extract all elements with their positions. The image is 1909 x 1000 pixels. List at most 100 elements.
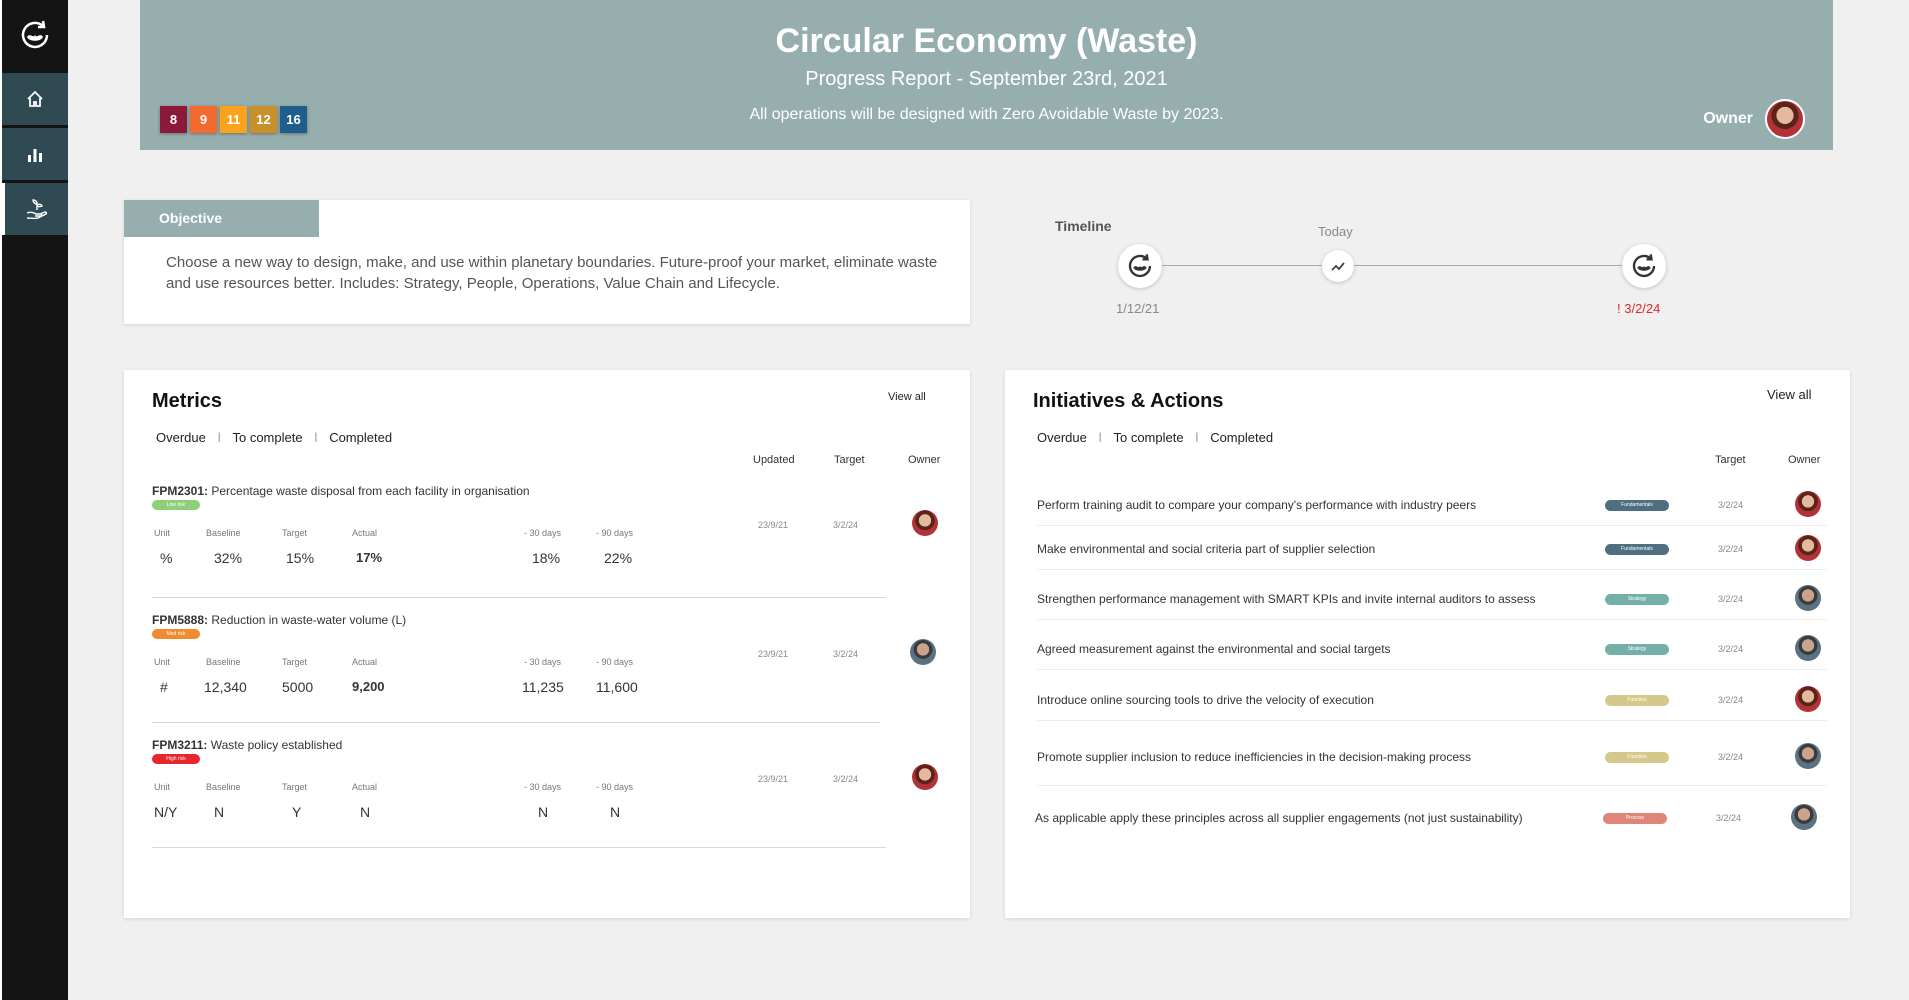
sdg-badge[interactable]: 9 [190, 106, 217, 133]
owner-section: Owner [1703, 99, 1805, 139]
owner-avatar[interactable] [1795, 635, 1821, 661]
metric-row[interactable]: FPM5888: Reduction in waste-water volume… [152, 613, 936, 721]
objective-text: Choose a new way to design, make, and us… [166, 254, 938, 292]
column-header-target: Target [1715, 454, 1746, 466]
d30-label: - 30 days [524, 782, 562, 792]
owner-avatar[interactable] [1795, 686, 1821, 712]
actual-value: 9,200 [352, 679, 385, 694]
d90-value: 11,600 [596, 679, 638, 695]
target-date: 3/2/24 [1718, 544, 1744, 554]
d30-value: 11,235 [522, 679, 564, 695]
owner-avatar[interactable] [1765, 99, 1805, 139]
target-date: 3/2/24 [1718, 695, 1744, 705]
row-divider [152, 722, 880, 723]
initiative-text: Promote supplier inclusion to reduce ine… [1037, 750, 1472, 764]
initiative-row[interactable]: Make environmental and social criteria p… [1037, 528, 1827, 570]
category-tag: Fundamentals [1605, 500, 1669, 511]
initiative-text: Agreed measurement against the environme… [1037, 642, 1391, 656]
initiatives-tabs: Overdue | To complete | Completed [1037, 430, 1274, 445]
baseline-value: N [214, 804, 225, 820]
tab-to-complete[interactable]: To complete [232, 430, 302, 445]
timeline-today-node[interactable] [1322, 250, 1354, 282]
owner-avatar[interactable] [1795, 491, 1821, 517]
baseline-value: 32% [214, 550, 243, 566]
updated-date: 23/9/21 [758, 774, 789, 784]
owner-avatar[interactable] [1795, 743, 1821, 769]
timeline-line [1140, 265, 1646, 266]
initiative-text: Strengthen performance management with S… [1037, 592, 1536, 606]
owner-avatar[interactable] [912, 510, 938, 536]
sdg-badge[interactable]: 8 [160, 106, 187, 133]
logo-icon [21, 20, 49, 49]
row-divider [152, 847, 886, 848]
metrics-view-all-link[interactable]: View all [888, 391, 926, 403]
sidebar [0, 0, 68, 1000]
initiative-row[interactable]: Promote supplier inclusion to reduce ine… [1037, 736, 1827, 786]
unit-value: % [160, 550, 173, 566]
initiatives-view-all-link[interactable]: View all [1767, 387, 1812, 402]
owner-avatar[interactable] [1791, 804, 1817, 830]
owner-avatar[interactable] [912, 764, 938, 790]
sidebar-item-sustainability[interactable] [2, 183, 68, 235]
tab-completed[interactable]: Completed [329, 430, 392, 445]
initiative-text: Introduce online sourcing tools to drive… [1037, 693, 1374, 707]
metric-row[interactable]: FPM2301: Percentage waste disposal from … [152, 484, 938, 592]
timeline-start-node[interactable] [1118, 244, 1162, 288]
owner-avatar[interactable] [1795, 585, 1821, 611]
trend-icon [1331, 262, 1345, 271]
initiatives-title: Initiatives & Actions [1033, 390, 1224, 412]
metric-name: FPM2301: Percentage waste disposal from … [152, 484, 530, 498]
sidebar-item-analytics[interactable] [2, 128, 68, 180]
d90-label: - 90 days [596, 528, 634, 538]
sidebar-item-home[interactable] [2, 73, 68, 125]
column-header-target: Target [834, 454, 865, 466]
category-tag: Fundamentals [1605, 544, 1669, 555]
target-date: 3/2/24 [833, 774, 859, 784]
column-header-owner: Owner [908, 454, 941, 466]
timeline-end-node[interactable] [1622, 244, 1666, 288]
objective-card: Objective Choose a new way to design, ma… [124, 200, 970, 324]
owner-avatar[interactable] [1795, 535, 1821, 561]
unit-value: # [160, 679, 168, 695]
tab-completed[interactable]: Completed [1210, 430, 1273, 445]
d30-label: - 30 days [524, 657, 562, 667]
initiative-row[interactable]: As applicable apply these principles acr… [1035, 797, 1827, 839]
metrics-title: Metrics [152, 390, 223, 412]
sdg-badge[interactable]: 16 [280, 106, 307, 133]
risk-badge: Med risk [152, 629, 200, 639]
actual-value: 17% [356, 550, 383, 565]
initiative-row[interactable]: Perform training audit to compare your c… [1037, 484, 1827, 526]
actual-label: Actual [352, 528, 378, 538]
target-date: 3/2/24 [1718, 644, 1744, 654]
category-tag: Strategy [1605, 644, 1669, 655]
updated-date: 23/9/21 [758, 520, 789, 530]
unit-value: N/Y [154, 804, 178, 820]
actual-label: Actual [352, 657, 378, 667]
target-label: Target [282, 782, 308, 792]
metric-name: FPM5888: Reduction in waste-water volume… [152, 613, 407, 627]
initiative-text: Make environmental and social criteria p… [1037, 542, 1376, 556]
tab-overdue[interactable]: Overdue [1037, 430, 1087, 445]
sdg-badge[interactable]: 11 [220, 106, 247, 133]
target-value: Y [292, 804, 302, 820]
unit-label: Unit [154, 782, 171, 792]
actual-value: N [360, 804, 371, 820]
category-tag: Function [1605, 752, 1669, 763]
tab-overdue[interactable]: Overdue [156, 430, 206, 445]
initiative-row[interactable]: Introduce online sourcing tools to drive… [1037, 679, 1827, 721]
d90-value: 22% [604, 550, 633, 566]
initiative-row[interactable]: Agreed measurement against the environme… [1037, 628, 1827, 670]
sdg-badge[interactable]: 12 [250, 106, 277, 133]
baseline-label: Baseline [206, 657, 241, 667]
target-label: Target [282, 657, 308, 667]
target-value: 15% [286, 550, 315, 566]
app-logo[interactable] [2, 0, 68, 70]
tab-to-complete[interactable]: To complete [1113, 430, 1183, 445]
owner-avatar[interactable] [910, 639, 936, 665]
category-tag: Function [1605, 695, 1669, 706]
bar-chart-icon [28, 149, 42, 162]
d90-value: N [610, 804, 621, 820]
metric-row[interactable]: FPM3211: Waste policy established High r… [152, 738, 938, 846]
initiative-row[interactable]: Strengthen performance management with S… [1037, 578, 1827, 620]
target-date: 3/2/24 [1718, 594, 1744, 604]
